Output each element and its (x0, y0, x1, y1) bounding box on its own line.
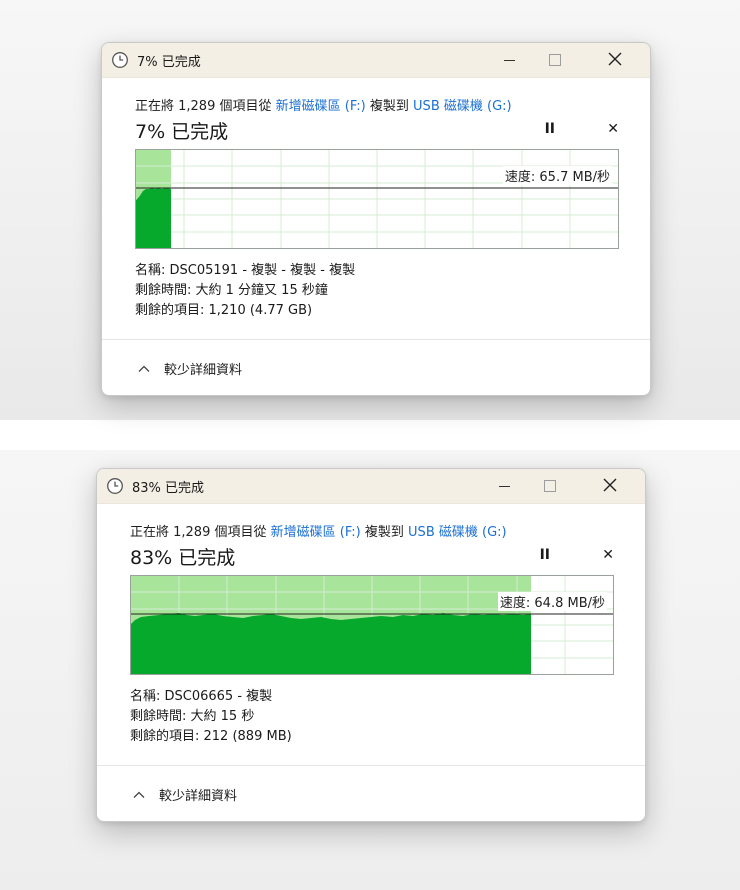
time-remaining: 剩餘時間: 大約 15 秒 (130, 709, 255, 724)
speed-label: 速度: 64.8 MB/秒 (497, 592, 607, 611)
file-name: 名稱: DSC05191 - 複製 - 複製 - 複製 (135, 263, 356, 278)
percent-text: 83% 已完成 (130, 547, 236, 569)
stop-icon: ✕ (602, 547, 614, 563)
title-bar[interactable]: 7% 已完成 (102, 43, 650, 78)
copy-route: 正在將 1,289 個項目從 新增磁碟區 (F:) 複製到 USB 磁碟機 (G… (135, 95, 619, 114)
details-block: 名稱: DSC06665 - 複製 剩餘時間: 大約 15 秒 剩餘的項目: 2… (130, 687, 292, 747)
window-title: 7% 已完成 (137, 54, 201, 70)
stop-button[interactable]: ✕ (602, 547, 614, 563)
file-name: 名稱: DSC06665 - 複製 (130, 689, 273, 704)
footer-divider (97, 765, 645, 766)
title-bar[interactable]: 83% 已完成 (97, 469, 645, 504)
clock-icon (106, 477, 124, 495)
speed-label: 速度: 65.7 MB/秒 (502, 166, 612, 185)
dialog-content: 正在將 1,289 個項目從 新增磁碟區 (F:) 複製到 USB 磁碟機 (G… (130, 521, 614, 744)
route-prefix: 正在將 1,289 個項目從 (135, 99, 272, 114)
route-prefix: 正在將 1,289 個項目從 (130, 525, 267, 540)
speed-graph-svg (136, 150, 618, 248)
fewer-details-label: 較少詳細資料 (164, 363, 243, 378)
speed-graph: 速度: 65.7 MB/秒 (135, 149, 619, 249)
close-button[interactable] (592, 43, 638, 77)
pause-button[interactable]: II (545, 121, 555, 137)
copy-dialog-1: 7% 已完成 正在將 1,289 個項目從 新增磁碟區 (F:) 複製到 USB… (101, 42, 651, 396)
minimize-icon (498, 485, 510, 487)
close-button[interactable] (587, 469, 633, 503)
speed-graph-svg (131, 576, 613, 674)
maximize-button[interactable] (527, 469, 573, 503)
fewer-details-label: 較少詳細資料 (159, 789, 238, 804)
source-link[interactable]: 新增磁碟區 (F:) (276, 99, 366, 114)
percent-text: 7% 已完成 (135, 121, 229, 143)
minimize-button[interactable] (481, 469, 527, 503)
minimize-icon (503, 59, 515, 61)
route-middle: 複製到 (364, 525, 404, 540)
destination-link[interactable]: USB 磁碟機 (G:) (413, 99, 512, 114)
fewer-details-button[interactable]: 較少詳細資料 (138, 359, 242, 378)
items-remaining: 剩餘的項目: 212 (889 MB) (130, 729, 292, 744)
route-middle: 複製到 (369, 99, 409, 114)
window-title: 83% 已完成 (132, 480, 205, 496)
close-icon (603, 477, 617, 496)
copy-route: 正在將 1,289 個項目從 新增磁碟區 (F:) 複製到 USB 磁碟機 (G… (130, 521, 614, 540)
stop-button[interactable]: ✕ (607, 121, 619, 137)
copy-dialog-2: 83% 已完成 正在將 1,289 個項目從 新增磁碟區 (F:) 複製到 US… (96, 468, 646, 822)
progress-heading: 83% 已完成 II ✕ (130, 543, 614, 569)
pause-icon: II (544, 121, 555, 137)
maximize-icon (549, 54, 561, 66)
chevron-up-icon (138, 363, 150, 375)
progress-heading: 7% 已完成 II ✕ (135, 117, 619, 143)
dialog-content: 正在將 1,289 個項目從 新增磁碟區 (F:) 複製到 USB 磁碟機 (G… (135, 95, 619, 318)
source-link[interactable]: 新增磁碟區 (F:) (271, 525, 361, 540)
footer-divider (102, 339, 650, 340)
items-remaining: 剩餘的項目: 1,210 (4.77 GB) (135, 303, 313, 318)
close-icon (608, 51, 622, 70)
fewer-details-button[interactable]: 較少詳細資料 (133, 785, 237, 804)
speed-area (131, 613, 531, 674)
pause-icon: II (539, 547, 550, 563)
speed-graph: 速度: 64.8 MB/秒 (130, 575, 614, 675)
details-block: 名稱: DSC05191 - 複製 - 複製 - 複製 剩餘時間: 大約 1 分… (135, 261, 355, 321)
time-remaining: 剩餘時間: 大約 1 分鐘又 15 秒鐘 (135, 283, 328, 298)
clock-icon (111, 51, 129, 69)
destination-link[interactable]: USB 磁碟機 (G:) (408, 525, 507, 540)
chevron-up-icon (133, 789, 145, 801)
maximize-icon (544, 480, 556, 492)
speed-area (136, 188, 171, 248)
pause-button[interactable]: II (540, 547, 550, 563)
minimize-button[interactable] (486, 43, 532, 77)
stop-icon: ✕ (607, 121, 619, 137)
maximize-button[interactable] (532, 43, 578, 77)
